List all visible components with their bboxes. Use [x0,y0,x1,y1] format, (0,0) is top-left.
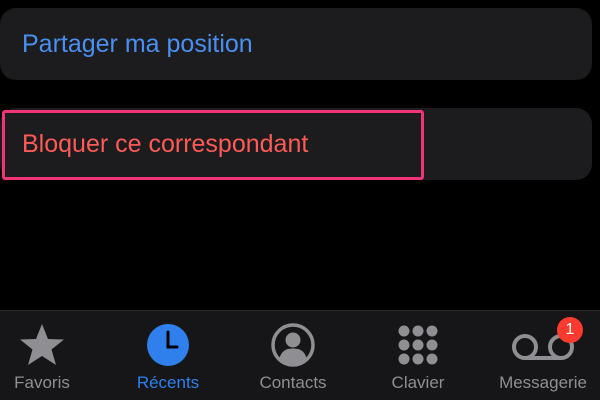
tab-clavier-label: Clavier [391,373,445,392]
tab-favoris-label: Favoris [14,373,70,392]
voicemail-badge: 1 [557,317,583,343]
star-icon [16,321,68,369]
tab-bar: Favoris Récents Contacts Clavier 1 Messa… [0,310,600,400]
tab-messagerie[interactable]: 1 Messagerie [490,311,596,400]
tab-messagerie-label: Messagerie [499,373,587,392]
tab-favoris[interactable]: Favoris [0,311,84,400]
share-location-label: Partager ma position [22,29,253,58]
tab-recents-label: Récents [136,373,200,392]
keypad-icon [392,321,444,369]
tab-clavier[interactable]: Clavier [378,311,458,400]
block-caller-label: Bloquer ce correspondant [22,129,309,158]
phone-screen: Partager ma position Bloquer ce correspo… [0,0,600,400]
person-circle-icon [267,321,319,369]
tab-recents[interactable]: Récents [125,311,211,400]
share-location-button[interactable]: Partager ma position [0,8,592,80]
clock-icon [142,321,194,369]
block-caller-button[interactable]: Bloquer ce correspondant [0,108,592,180]
voicemail-icon: 1 [511,317,583,369]
tab-contacts-label: Contacts [259,373,327,392]
tab-contacts[interactable]: Contacts [248,311,338,400]
